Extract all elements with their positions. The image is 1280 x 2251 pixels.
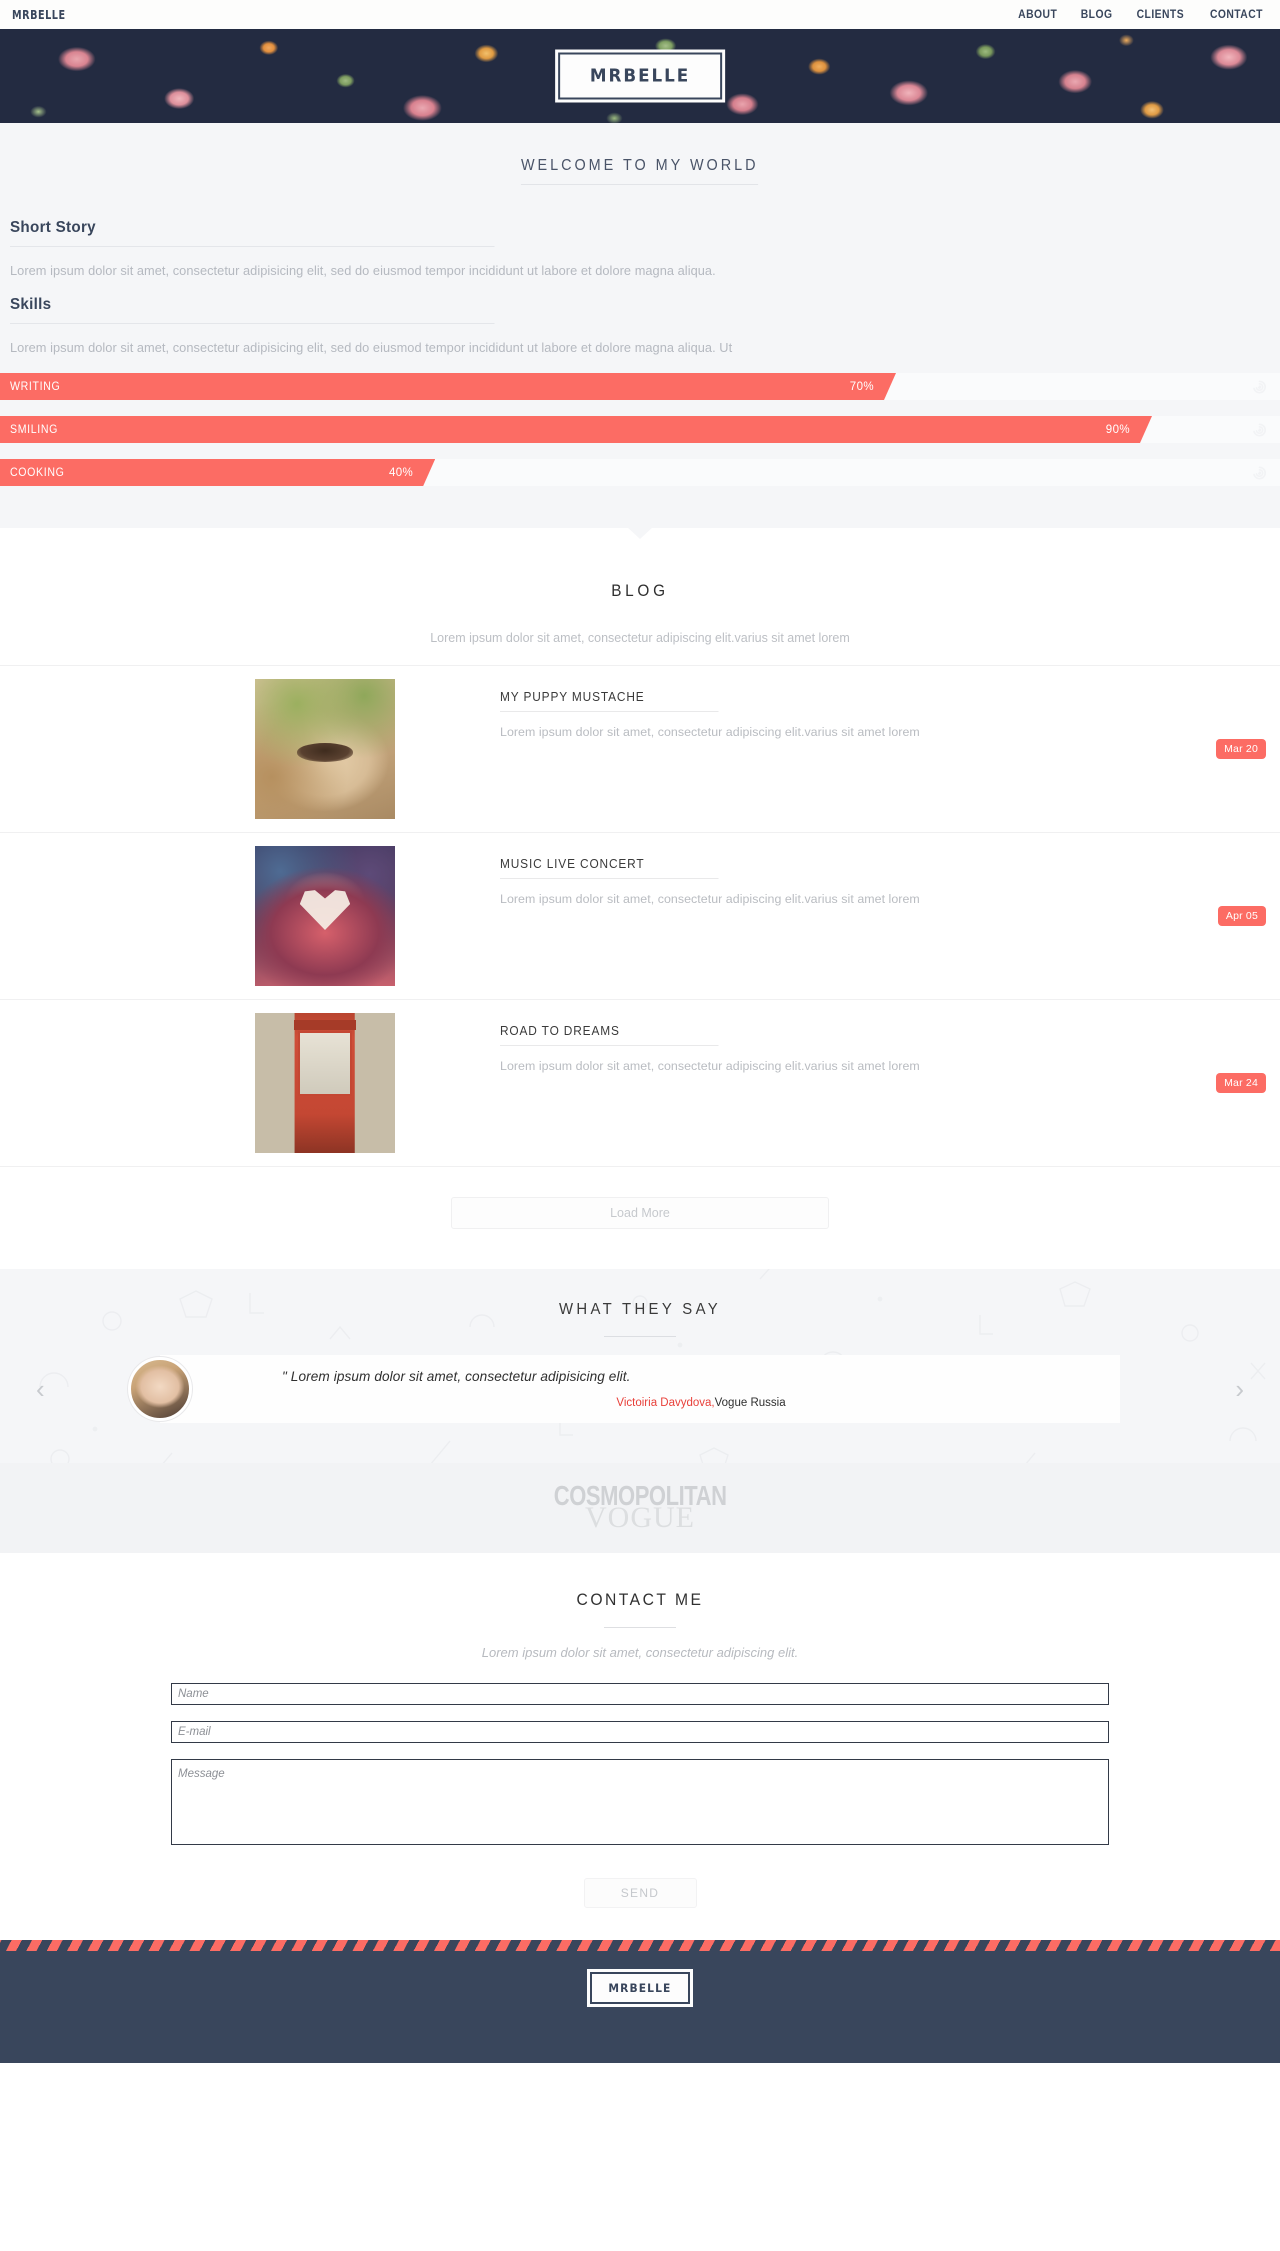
send-button-container: SEND [171, 1878, 1109, 1908]
blog-post-thumbnail[interactable] [255, 846, 395, 986]
chevron-right-icon[interactable]: › [1235, 1376, 1244, 1402]
contact-subtitle: Lorem ipsum dolor sit amet, consectetur … [481, 1645, 799, 1660]
nav-link-about[interactable]: ABOUT [1018, 9, 1057, 21]
skills-bars: WRITING 70% SMILING 90% COOKING 40% [0, 373, 1280, 486]
blog-post-body: ROAD TO DREAMS Lorem ipsum dolor sit ame… [395, 1013, 1280, 1073]
spiral-icon [1253, 465, 1266, 480]
top-navbar: MRBELLE ABOUT BLOG CLIENTS CONTACT [0, 0, 1280, 29]
about-section: WELCOME TO MY WORLD Short Story Lorem ip… [0, 123, 1280, 528]
title-underline [604, 1627, 676, 1628]
send-button[interactable]: SEND [583, 1878, 697, 1908]
skill-name: SMILING [10, 423, 59, 436]
blog-section: BLOG Lorem ipsum dolor sit amet, consect… [0, 528, 1280, 1269]
skill-name: WRITING [10, 380, 61, 393]
skills-text: Lorem ipsum dolor sit amet, consectetur … [10, 340, 733, 355]
hero-logo-text: MRBELLE [589, 65, 691, 87]
skill-bar-cooking: COOKING 40% [0, 459, 1280, 486]
nav-brand[interactable]: MRBELLE [12, 7, 66, 22]
nav-links: ABOUT BLOG CLIENTS CONTACT [1016, 9, 1266, 21]
skill-fill: SMILING 90% [0, 416, 1152, 443]
blog-post-row[interactable]: MUSIC LIVE CONCERT Lorem ipsum dolor sit… [0, 832, 1280, 999]
blog-post-date-badge[interactable]: Apr 05 [1217, 906, 1266, 926]
testimonials-section: WHAT THEY SAY ‹ " Lorem ipsum dolor sit … [0, 1269, 1280, 1463]
nav-link-contact[interactable]: CONTACT [1210, 9, 1263, 21]
skills-heading: Skills [10, 296, 495, 324]
spiral-icon [1253, 422, 1266, 437]
contact-section: CONTACT ME Lorem ipsum dolor sit amet, c… [0, 1553, 1280, 1940]
nav-link-blog[interactable]: BLOG [1081, 9, 1113, 21]
testimonial-carousel: ‹ " Lorem ipsum dolor sit amet, consecte… [0, 1355, 1280, 1423]
testimonial-quote: " Lorem ipsum dolor sit amet, consectetu… [282, 1369, 631, 1384]
blog-post-title[interactable]: ROAD TO DREAMS [500, 1024, 719, 1046]
blog-post-date-badge[interactable]: Mar 20 [1216, 739, 1266, 759]
blog-post-body: MY PUPPY MUSTACHE Lorem ipsum dolor sit … [395, 679, 1280, 739]
skill-bar-writing: WRITING 70% [0, 373, 1280, 400]
email-input[interactable] [171, 1721, 1109, 1743]
load-more-container: Load More [0, 1166, 1280, 1269]
client-logo-cosmopolitan: COSMOPOLITAN [553, 1480, 727, 1512]
blog-post-date-badge[interactable]: Mar 24 [1216, 1073, 1266, 1093]
clients-section: COSMOPOLITAN VOGUE [0, 1463, 1280, 1553]
hero-logo-box[interactable]: MRBELLE [558, 52, 722, 100]
chevron-left-icon[interactable]: ‹ [36, 1376, 45, 1402]
contact-form: SEND [171, 1683, 1109, 1908]
footer-logo-box[interactable]: MRBELLE [590, 1972, 690, 2004]
nav-link-clients[interactable]: CLIENTS [1137, 9, 1184, 21]
about-section-title: WELCOME TO MY WORLD [521, 157, 759, 185]
testimonials-title: WHAT THEY SAY [558, 1301, 722, 1318]
skill-name: COOKING [10, 466, 65, 479]
blog-post-title[interactable]: MY PUPPY MUSTACHE [500, 690, 719, 712]
title-underline [604, 1336, 676, 1337]
about-section-heading: WELCOME TO MY WORLD [0, 157, 1280, 185]
skill-percent: 70% [849, 380, 874, 393]
section-divider-notch [0, 502, 1280, 528]
contact-title: CONTACT ME [576, 1591, 704, 1609]
skill-fill: COOKING 40% [0, 459, 435, 486]
name-input[interactable] [171, 1683, 1109, 1705]
skill-fill: WRITING 70% [0, 373, 896, 400]
blog-post-row[interactable]: MY PUPPY MUSTACHE Lorem ipsum dolor sit … [0, 665, 1280, 832]
blog-post-body: MUSIC LIVE CONCERT Lorem ipsum dolor sit… [395, 846, 1280, 906]
blog-post-excerpt: Lorem ipsum dolor sit amet, consectetur … [500, 725, 920, 739]
message-textarea[interactable] [171, 1759, 1109, 1845]
blog-post-excerpt: Lorem ipsum dolor sit amet, consectetur … [500, 892, 920, 906]
avatar [128, 1357, 192, 1421]
hero-banner: MRBELLE [0, 29, 1280, 123]
blog-title: BLOG [611, 582, 669, 600]
skill-bar-smiling: SMILING 90% [0, 416, 1280, 443]
short-story-text: Lorem ipsum dolor sit amet, consectetur … [10, 263, 716, 278]
testimonial-author: Victoiria Davydova,Vogue Russia [282, 1397, 1120, 1409]
skill-percent: 90% [1105, 423, 1130, 436]
testimonial-card: " Lorem ipsum dolor sit amet, consectetu… [128, 1355, 1120, 1423]
testimonial-author-name: Victoiria Davydova, [616, 1397, 715, 1409]
short-story-heading: Short Story [10, 219, 495, 247]
load-more-button[interactable]: Load More [451, 1197, 829, 1229]
blog-post-excerpt: Lorem ipsum dolor sit amet, consectetur … [500, 1059, 920, 1073]
blog-post-thumbnail[interactable] [255, 679, 395, 819]
skill-percent: 40% [388, 466, 414, 479]
testimonial-author-company: Vogue Russia [714, 1397, 786, 1409]
striped-divider [0, 1940, 1280, 1951]
spiral-icon [1253, 379, 1266, 394]
footer-logo-text: MRBELLE [608, 1981, 672, 1995]
blog-post-title[interactable]: MUSIC LIVE CONCERT [500, 857, 719, 879]
blog-post-thumbnail[interactable] [255, 1013, 395, 1153]
page-footer: MRBELLE [0, 1940, 1280, 2063]
blog-subtitle: Lorem ipsum dolor sit amet, consectetur … [430, 631, 850, 645]
blog-post-row[interactable]: ROAD TO DREAMS Lorem ipsum dolor sit ame… [0, 999, 1280, 1166]
